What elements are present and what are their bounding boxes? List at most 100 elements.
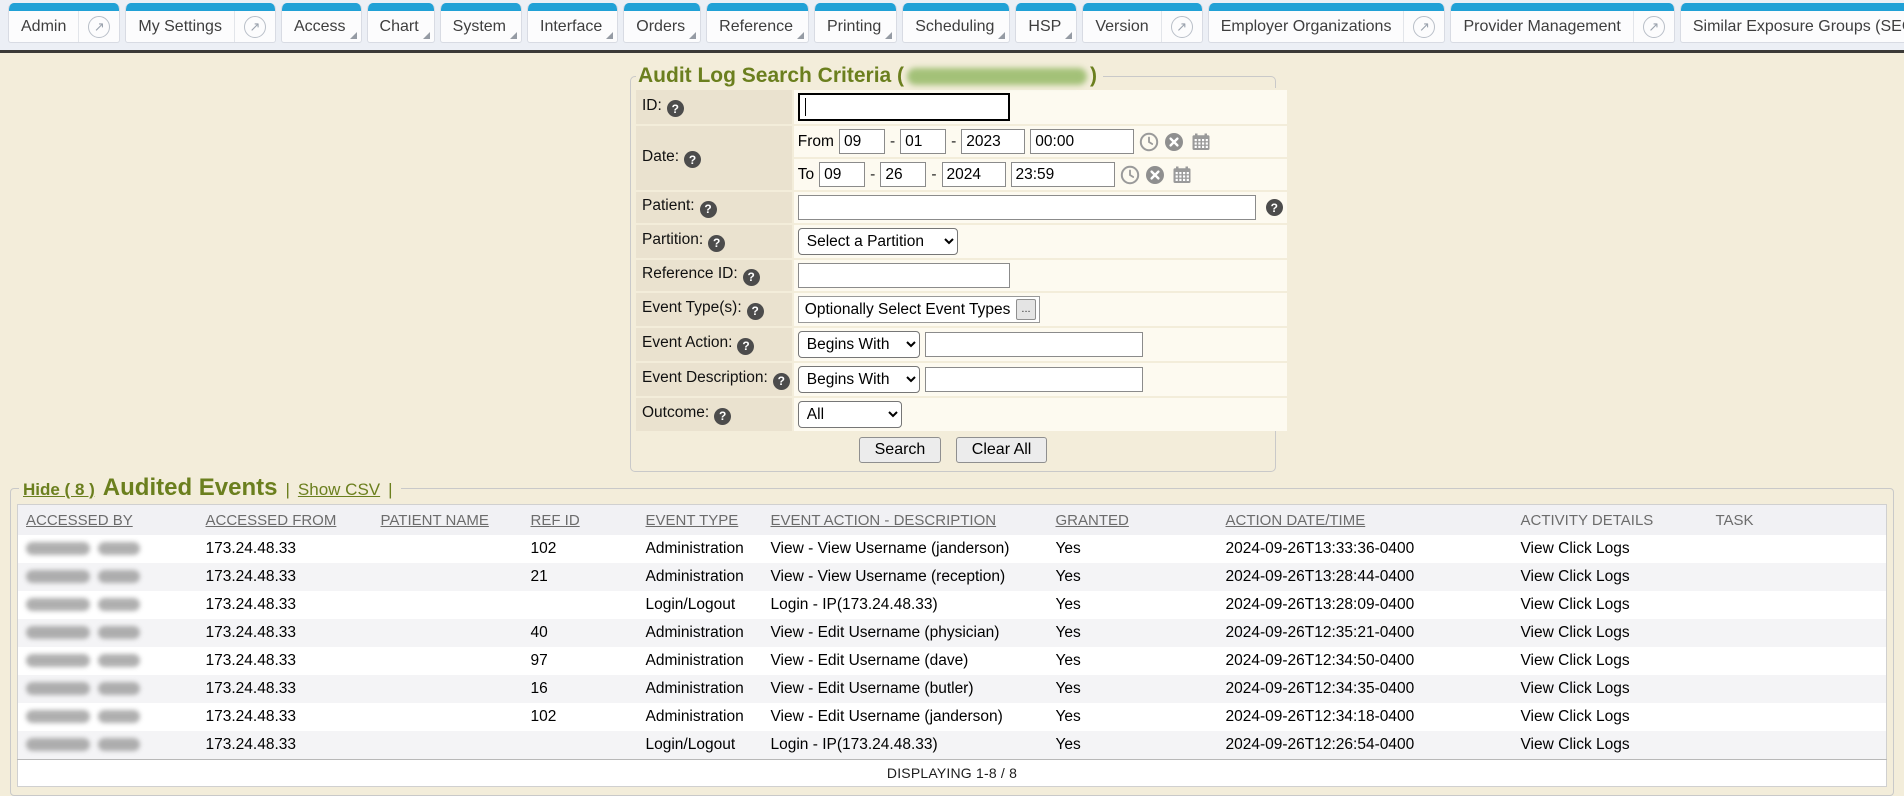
column-header-label[interactable]: EVENT ACTION - DESCRIPTION <box>771 512 997 529</box>
separator-pipe: | <box>286 480 290 500</box>
clear-all-button[interactable]: Clear All <box>956 437 1048 463</box>
date-from-year-input[interactable] <box>961 129 1025 154</box>
view-click-logs-link[interactable]: View Click Logs <box>1521 708 1630 725</box>
nav-tab-admin[interactable]: Admin ↗ <box>8 3 120 43</box>
view-click-logs-link[interactable]: View Click Logs <box>1521 680 1630 697</box>
tab-accent-bar <box>815 3 896 11</box>
nav-tab-orders[interactable]: Orders <box>623 3 701 43</box>
help-icon[interactable]: ? <box>684 151 701 168</box>
event-types-browse-button[interactable]: ... <box>1016 299 1035 320</box>
column-header-label[interactable]: REF ID <box>531 512 580 529</box>
clock-icon[interactable] <box>1120 165 1140 185</box>
clear-date-icon[interactable] <box>1145 165 1165 185</box>
help-icon[interactable]: ? <box>714 408 731 425</box>
calendar-icon[interactable] <box>1172 165 1192 185</box>
dropdown-caret-icon <box>885 32 892 39</box>
external-link-icon[interactable]: ↗ <box>244 16 266 38</box>
external-link-icon[interactable]: ↗ <box>1171 16 1193 38</box>
search-title-prefix: Audit Log Search Criteria ( <box>638 64 904 88</box>
cell-task <box>1708 675 1887 703</box>
calendar-icon[interactable] <box>1191 132 1211 152</box>
date-separator: - <box>931 166 936 184</box>
reference-id-input[interactable] <box>798 263 1010 288</box>
column-header-label[interactable]: ACCESSED FROM <box>206 512 337 529</box>
clear-date-icon[interactable] <box>1164 132 1184 152</box>
help-icon[interactable]: ? <box>747 303 764 320</box>
cell-activity-details: View Click Logs <box>1513 731 1708 760</box>
view-click-logs-link[interactable]: View Click Logs <box>1521 596 1630 613</box>
column-header-granted: GRANTED <box>1048 505 1218 536</box>
outcome-select[interactable]: All <box>798 401 902 428</box>
patient-input[interactable] <box>798 195 1256 220</box>
external-link-icon[interactable]: ↗ <box>88 16 110 38</box>
partition-select[interactable]: Select a Partition <box>798 228 958 255</box>
help-icon[interactable]: ? <box>1266 199 1283 216</box>
help-icon[interactable]: ? <box>700 201 717 218</box>
nav-tab-label: My Settings <box>126 18 234 36</box>
cell-patient-name <box>373 619 523 647</box>
help-icon[interactable]: ? <box>773 373 790 390</box>
nav-tab-system[interactable]: System <box>440 3 522 43</box>
id-input[interactable] <box>798 93 1010 121</box>
dropdown-caret-icon <box>1065 32 1072 39</box>
date-to-day-input[interactable] <box>880 162 926 187</box>
nav-tab-provider-management[interactable]: Provider Management↗ <box>1450 3 1674 43</box>
redacted-name <box>98 598 140 611</box>
redacted-name <box>98 542 140 555</box>
nav-tab-similar-exposure-groups-segs[interactable]: Similar Exposure Groups (SEGs)↗ <box>1680 3 1904 43</box>
view-click-logs-link[interactable]: View Click Logs <box>1521 568 1630 585</box>
help-icon[interactable]: ? <box>667 100 684 117</box>
date-from-time-input[interactable] <box>1030 129 1134 154</box>
redacted-name <box>98 654 140 667</box>
date-to-month-input[interactable] <box>819 162 865 187</box>
external-link-icon[interactable]: ↗ <box>1643 16 1665 38</box>
nav-tab-access[interactable]: Access <box>281 3 362 43</box>
event-description-input[interactable] <box>925 367 1143 392</box>
date-from-month-input[interactable] <box>839 129 885 154</box>
table-row: 173.24.48.3397AdministrationView - Edit … <box>18 647 1887 675</box>
show-csv-link[interactable]: Show CSV <box>298 480 380 500</box>
date-to-year-input[interactable] <box>942 162 1006 187</box>
nav-tab-employer-organizations[interactable]: Employer Organizations↗ <box>1208 3 1446 43</box>
nav-tab-label: Admin <box>9 18 78 36</box>
nav-tab-interface[interactable]: Interface <box>527 3 618 43</box>
clock-icon[interactable] <box>1139 132 1159 152</box>
nav-tab-chart[interactable]: Chart <box>367 3 435 43</box>
view-click-logs-link[interactable]: View Click Logs <box>1521 540 1630 557</box>
help-icon[interactable]: ? <box>737 338 754 355</box>
help-icon[interactable]: ? <box>743 269 760 286</box>
column-header-label[interactable]: ACTION DATE/TIME <box>1226 512 1366 529</box>
cell-task <box>1708 731 1887 760</box>
cell-activity-details: View Click Logs <box>1513 703 1708 731</box>
nav-tab-version[interactable]: Version↗ <box>1082 3 1202 43</box>
cell-event-action: View - View Username (reception) <box>763 563 1048 591</box>
view-click-logs-link[interactable]: View Click Logs <box>1521 736 1630 753</box>
redacted-user-name <box>907 68 1087 85</box>
hide-results-link[interactable]: Hide ( 8 ) <box>23 480 95 500</box>
nav-tab-label: Interface <box>528 18 614 36</box>
column-header-label[interactable]: EVENT TYPE <box>646 512 739 529</box>
view-click-logs-link[interactable]: View Click Logs <box>1521 652 1630 669</box>
event-action-input[interactable] <box>925 332 1143 357</box>
date-to-time-input[interactable] <box>1011 162 1115 187</box>
search-button[interactable]: Search <box>859 437 942 463</box>
tab-accent-bar <box>1681 3 1904 11</box>
column-header-label[interactable]: PATIENT NAME <box>381 512 489 529</box>
help-icon[interactable]: ? <box>708 235 725 252</box>
nav-tab-scheduling[interactable]: Scheduling <box>902 3 1010 43</box>
nav-tab-printing[interactable]: Printing <box>814 3 897 43</box>
form-row-outcome: Outcome:? All <box>636 397 1287 431</box>
event-action-match-select[interactable]: Begins With <box>798 331 920 358</box>
external-link-icon[interactable]: ↗ <box>1413 16 1435 38</box>
column-header-label[interactable]: GRANTED <box>1056 512 1129 529</box>
event-description-match-select[interactable]: Begins With <box>798 366 920 393</box>
view-click-logs-link[interactable]: View Click Logs <box>1521 624 1630 641</box>
event-types-picker[interactable]: Optionally Select Event Types ... <box>798 296 1040 323</box>
nav-tab-reference[interactable]: Reference <box>706 3 809 43</box>
nav-tab-my-settings[interactable]: My Settings ↗ <box>125 3 276 43</box>
column-header-label[interactable]: ACCESSED BY <box>26 512 133 529</box>
date-from-day-input[interactable] <box>900 129 946 154</box>
top-nav-tab-bar: Admin ↗ My Settings ↗ AccessChartSystem Inter… <box>0 0 1904 53</box>
cell-event-action: View - Edit Username (janderson) <box>763 703 1048 731</box>
nav-tab-hsp[interactable]: HSP <box>1015 3 1077 43</box>
